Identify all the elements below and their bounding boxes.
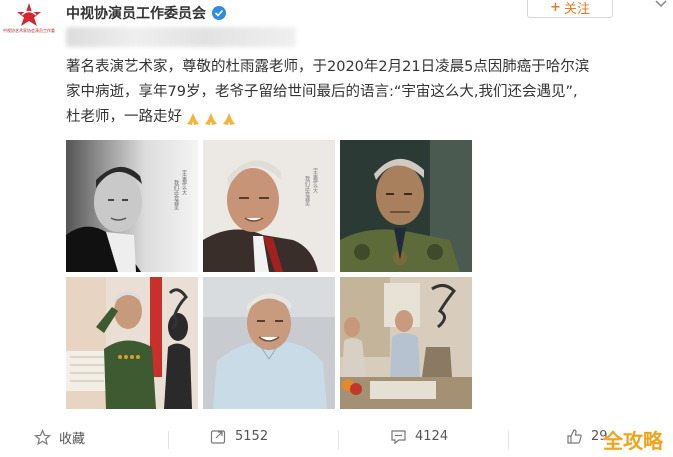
post-text-line: 家中病逝，享年79岁，老爷子留给世间最后的语言:“宇宙这么大,我们还会遇见”, <box>66 84 578 100</box>
account-name-link[interactable]: 中视协演员工作委员会 <box>66 3 226 23</box>
verified-icon <box>212 6 226 20</box>
plus-icon: + <box>550 0 561 15</box>
photo-smiling-blue-shirt[interactable] <box>203 277 335 409</box>
photo-caption: 我们还会遇见 <box>173 179 179 211</box>
photo-caption: 宇宙那么大 <box>181 169 187 196</box>
photo-living-room-scene[interactable] <box>340 277 472 409</box>
divider <box>338 431 339 449</box>
repost-count: 5152 <box>235 429 269 444</box>
photo-caption: 宇宙那么大 <box>312 167 318 194</box>
chevron-down-icon[interactable] <box>651 0 671 14</box>
comment-button[interactable]: 4124 <box>390 428 448 445</box>
follow-label: 关注 <box>563 1 590 17</box>
divider <box>508 431 509 449</box>
photo-salute-uniform[interactable] <box>66 277 198 409</box>
repost-button[interactable]: 5152 <box>210 428 268 445</box>
site-watermark: 全攻略 <box>603 429 663 453</box>
action-bar: 收藏 5152 4124 29... <box>0 418 673 457</box>
divider <box>168 431 169 449</box>
folded-hands-icon <box>185 110 201 125</box>
post-text-line: 杜老师，一路走好 <box>66 105 666 130</box>
photo-bw-portrait[interactable]: 宇宙那么大 我们还会遇见 <box>66 140 198 272</box>
star-logo-icon <box>17 3 41 26</box>
favorite-label: 收藏 <box>59 432 86 447</box>
repost-icon <box>210 430 226 444</box>
blurred-post-meta <box>66 27 296 47</box>
thumb-up-icon <box>567 429 582 444</box>
comment-count: 4124 <box>415 429 449 444</box>
account-name: 中视协演员工作委员会 <box>66 6 206 22</box>
photo-color-portrait[interactable]: 宇宙那么大 我们还会遇见 <box>203 140 335 272</box>
logo-caption: 中视协艺术家协会演员工作委 <box>3 28 55 33</box>
comment-icon <box>391 430 406 445</box>
star-icon <box>34 429 51 446</box>
post-text-tail: 杜老师，一路走好 <box>66 109 182 125</box>
folded-hands-icon <box>203 110 219 125</box>
post-text-line: 著名表演艺术家，尊敬的杜雨露老师，于2020年2月21日凌晨5点因肺癌于哈尔滨 <box>66 59 590 75</box>
account-avatar[interactable]: 中视协艺术家协会演员工作委 <box>3 0 55 50</box>
post-body: 著名表演艺术家，尊敬的杜雨露老师，于2020年2月21日凌晨5点因肺癌于哈尔滨 … <box>66 55 666 130</box>
folded-hands-icon <box>221 110 237 125</box>
emoji-group <box>185 110 237 125</box>
favorite-button[interactable]: 收藏 <box>34 428 85 447</box>
photo-camouflage-uniform[interactable] <box>340 140 472 272</box>
follow-button[interactable]: + 关注 <box>527 0 613 18</box>
photo-caption: 我们还会遇见 <box>304 175 310 207</box>
